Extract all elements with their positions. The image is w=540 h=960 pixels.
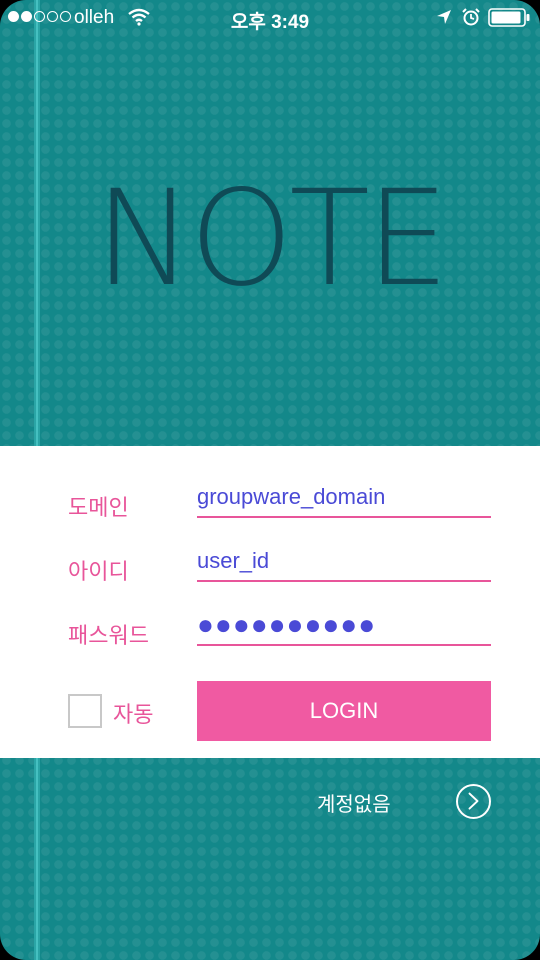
- status-time: 오후 3:49: [230, 12, 310, 33]
- no-account-link[interactable]: 계정없음: [317, 788, 391, 817]
- app-screen: olleh 오후 3:49 NOTE 도메인 groupware_domain …: [0, 0, 540, 960]
- alarm-icon: [462, 8, 480, 26]
- domain-label: 도메인: [68, 495, 129, 520]
- password-label: 패스워드: [68, 623, 149, 648]
- password-value: ●●●●●●●●●●: [197, 609, 377, 640]
- user-id-field[interactable]: user_id: [197, 546, 491, 582]
- user-id-label: 아이디: [68, 559, 129, 584]
- domain-field[interactable]: groupware_domain: [197, 482, 491, 518]
- login-button[interactable]: LOGIN: [197, 681, 491, 741]
- status-bar: olleh 오후 3:49: [0, 0, 540, 36]
- location-icon: [437, 10, 451, 24]
- auto-login-label: 자동: [113, 702, 154, 727]
- login-panel: 도메인 groupware_domain 아이디 user_id 패스워드 ●●…: [0, 446, 540, 758]
- password-field[interactable]: ●●●●●●●●●●: [197, 610, 491, 646]
- app-title: NOTE: [94, 162, 450, 316]
- battery-icon: [488, 8, 530, 27]
- chevron-right-circle-icon[interactable]: [456, 784, 491, 819]
- domain-value: groupware_domain: [197, 484, 386, 509]
- user-id-value: user_id: [197, 548, 270, 573]
- auto-login-checkbox[interactable]: [68, 694, 102, 728]
